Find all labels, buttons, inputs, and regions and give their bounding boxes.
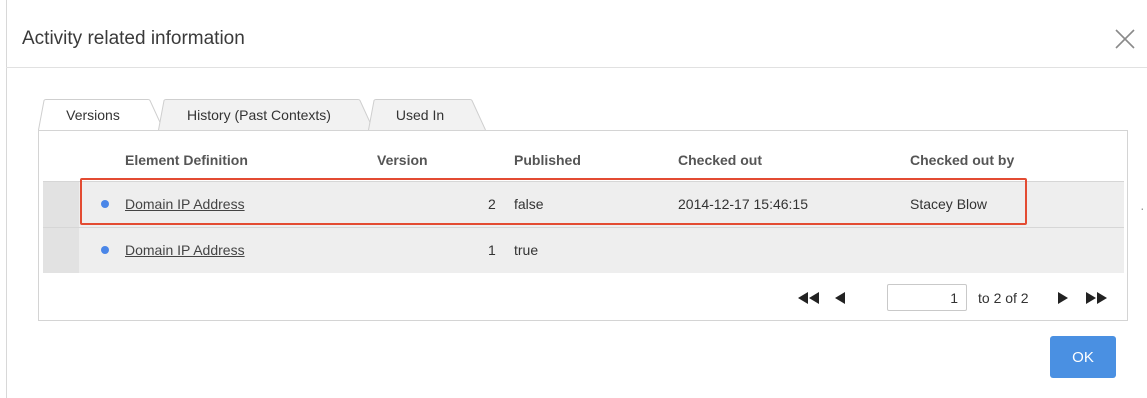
tab-bar: Versions History (Past Contexts) Used In	[38, 99, 498, 130]
table-header: Element Definition Version Published Che…	[43, 135, 1124, 181]
tab-used-in[interactable]: Used In	[368, 99, 486, 130]
row-gutter	[43, 182, 79, 227]
bullet-icon	[101, 200, 109, 208]
page-number-input[interactable]	[887, 284, 967, 311]
column-header-checked-out[interactable]: Checked out	[678, 152, 762, 168]
version-cell: 1	[488, 242, 496, 258]
dialog-left-border	[6, 0, 7, 398]
header-divider	[6, 67, 1147, 68]
pagination-bar: to 2 of 2	[39, 279, 1127, 319]
element-definition-link[interactable]: Domain IP Address	[125, 242, 245, 258]
edge-marker: ·	[1140, 200, 1145, 216]
published-cell: false	[514, 196, 544, 212]
last-page-icon[interactable]	[1085, 291, 1109, 305]
column-header-published[interactable]: Published	[514, 152, 581, 168]
checked-out-cell: 2014-12-17 15:46:15	[678, 196, 808, 212]
ok-button[interactable]: OK	[1050, 336, 1116, 378]
element-definition-link[interactable]: Domain IP Address	[125, 196, 245, 212]
page-range-text: to 2 of 2	[978, 290, 1029, 306]
bullet-icon	[101, 246, 109, 254]
close-icon[interactable]	[1110, 24, 1140, 54]
table-row[interactable]: Domain IP Address 2 false 2014-12-17 15:…	[43, 181, 1124, 227]
versions-table: Element Definition Version Published Che…	[43, 135, 1124, 278]
tab-versions-label: Versions	[66, 107, 120, 123]
column-header-element-definition[interactable]: Element Definition	[125, 152, 248, 168]
tab-history-label: History (Past Contexts)	[187, 107, 331, 123]
column-header-version[interactable]: Version	[377, 152, 428, 168]
row-gutter	[43, 228, 79, 273]
first-page-icon[interactable]	[797, 291, 821, 305]
table-row[interactable]: Domain IP Address 1 true	[43, 227, 1124, 273]
dialog-title: Activity related information	[22, 28, 245, 49]
checked-out-by-cell: Stacey Blow	[910, 196, 988, 212]
version-cell: 2	[488, 196, 496, 212]
published-cell: true	[514, 242, 539, 258]
versions-panel: Element Definition Version Published Che…	[38, 130, 1128, 321]
next-page-icon[interactable]	[1057, 291, 1069, 305]
tab-history[interactable]: History (Past Contexts)	[158, 99, 374, 130]
prev-page-icon[interactable]	[834, 291, 846, 305]
tab-used-in-label: Used In	[395, 107, 445, 123]
tab-versions[interactable]: Versions	[38, 99, 164, 130]
column-header-checked-out-by[interactable]: Checked out by	[910, 152, 1014, 168]
